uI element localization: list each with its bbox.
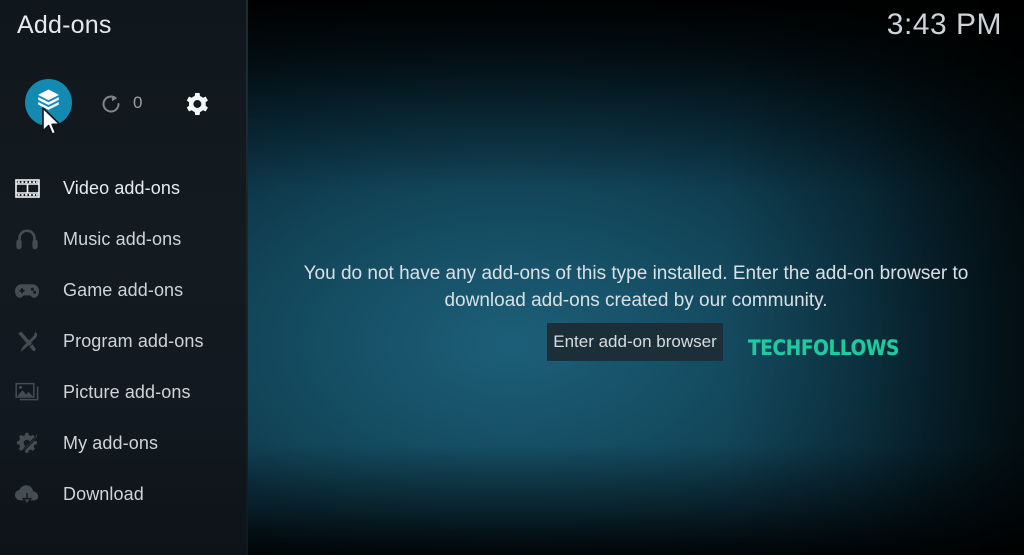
watermark-techfollows: TECHFOLLOWS	[748, 336, 900, 360]
sidebar-item-label: Program add-ons	[63, 331, 204, 351]
photo-icon	[11, 379, 43, 407]
sidebar-item-my-addons[interactable]: My add-ons	[0, 418, 248, 469]
gamepad-icon	[11, 277, 43, 305]
refresh-button[interactable]	[99, 92, 123, 116]
sidebar-item-download[interactable]: Download	[0, 469, 248, 520]
empty-state-message: You do not have any add-ons of this type…	[303, 263, 969, 311]
sidebar-item-label: Music add-ons	[63, 229, 182, 249]
sidebar-item-label: Game add-ons	[63, 280, 184, 300]
gear-wrench-icon	[11, 430, 43, 458]
kodi-addons-screen: 3:43 PM You do not have any add-ons of t…	[0, 0, 1024, 555]
refresh-count: 0	[133, 93, 143, 112]
wrench-pencil-icon	[11, 328, 43, 356]
enter-addon-browser-button[interactable]: Enter add-on browser	[547, 323, 723, 361]
sidebar-item-picture-addons[interactable]: Picture add-ons	[0, 367, 248, 418]
sidebar-item-video-addons[interactable]: Video add-ons	[0, 163, 248, 214]
sidebar-menu: Video add-ons Music add-ons Game add-ons…	[0, 163, 248, 520]
sidebar-item-label: Picture add-ons	[63, 382, 191, 402]
page-title: Add-ons	[17, 11, 112, 39]
settings-button[interactable]	[183, 90, 211, 118]
sidebar-divider	[246, 0, 248, 555]
clock: 3:43 PM	[886, 8, 1002, 41]
sidebar-item-label: Download	[63, 484, 144, 504]
main-content: 3:43 PM You do not have any add-ons of t…	[248, 0, 1024, 555]
sidebar-item-label: My add-ons	[63, 433, 159, 453]
sidebar-item-game-addons[interactable]: Game add-ons	[0, 265, 248, 316]
headphones-icon	[11, 226, 43, 254]
film-strip-icon	[11, 175, 43, 203]
sidebar-item-program-addons[interactable]: Program add-ons	[0, 316, 248, 367]
open-box-icon	[35, 87, 62, 119]
cloud-download-icon	[11, 481, 43, 509]
sidebar-item-label: Video add-ons	[63, 178, 181, 198]
sidebar: Add-ons 0 Video add-ons Music add-ons Ga…	[0, 0, 248, 555]
addon-browser-button[interactable]	[25, 79, 72, 126]
sidebar-item-music-addons[interactable]: Music add-ons	[0, 214, 248, 265]
